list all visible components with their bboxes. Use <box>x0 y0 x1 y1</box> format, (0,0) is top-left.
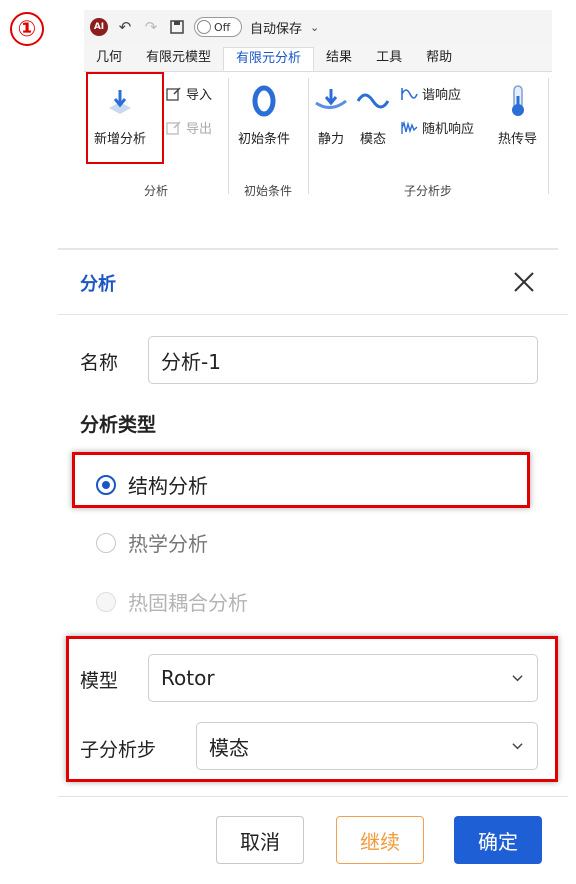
cancel-button[interactable]: 取消 <box>216 816 304 864</box>
group-divider <box>308 78 309 194</box>
radio-thermo-structural-analysis: 热固耦合分析 <box>96 587 248 616</box>
radio-button[interactable] <box>96 532 116 553</box>
export-label: 导出 <box>186 122 213 137</box>
dialog-footer-divider <box>58 796 568 797</box>
autosave-toggle[interactable]: Off <box>194 17 242 37</box>
autosave-label: 自动保存 <box>250 21 303 37</box>
step-number-badge: ① <box>10 12 44 46</box>
customize-caret-icon[interactable]: ⌄ <box>310 21 319 34</box>
structural-highlight-box <box>72 452 530 508</box>
ribbon-tabs: 几何 有限元模型 有限元分析 结果 工具 帮助 <box>84 47 552 72</box>
name-input-value: 分析-1 <box>161 349 221 374</box>
modal-icon <box>356 84 390 118</box>
initial-conditions-button[interactable]: 初始条件 <box>238 84 290 147</box>
static-button[interactable]: 静力 <box>314 84 348 147</box>
harmonic-icon <box>401 87 418 100</box>
toggle-knob <box>197 20 211 34</box>
group-label-substeps: 子分析步 <box>403 184 452 198</box>
import-label: 导入 <box>186 88 213 103</box>
tab-results[interactable]: 结果 <box>314 47 364 71</box>
save-icon[interactable] <box>168 18 186 36</box>
harmonic-button[interactable]: 谐响应 <box>400 84 461 103</box>
static-icon <box>314 84 348 118</box>
import-icon <box>166 86 181 101</box>
ribbon: AI ↶ ↷ Off 自动保存 ⌄ 几何 有限元模型 有限元分析 结果 工具 帮… <box>84 10 552 200</box>
tab-tools[interactable]: 工具 <box>364 47 414 71</box>
initial-conditions-icon <box>247 84 281 118</box>
undo-icon[interactable]: ↶ <box>116 18 134 36</box>
export-icon <box>166 120 181 135</box>
dialog-top-border <box>58 248 558 250</box>
tab-help[interactable]: 帮助 <box>414 47 464 71</box>
tab-fe-analysis[interactable]: 有限元分析 <box>223 47 315 71</box>
radio-button-disabled <box>96 591 116 612</box>
dialog-title: 分析 <box>80 274 116 295</box>
model-substep-highlight-box <box>66 636 558 782</box>
initial-conditions-label: 初始条件 <box>238 132 291 147</box>
redo-icon[interactable]: ↷ <box>142 18 160 36</box>
heat-conduction-button[interactable]: 热传导 <box>498 84 537 147</box>
toggle-label: Off <box>214 20 231 34</box>
heat-conduction-label: 热传导 <box>498 132 538 147</box>
new-analysis-button[interactable]: 新增分析 <box>94 84 146 147</box>
app-logo[interactable]: AI <box>90 18 108 36</box>
thermometer-icon <box>501 84 535 118</box>
new-analysis-icon <box>103 84 137 118</box>
static-label: 静力 <box>317 132 344 147</box>
group-label-initial-conditions: 初始条件 <box>243 184 292 198</box>
radio-thermal-analysis[interactable]: 热学分析 <box>96 528 208 557</box>
radio-label: 热固耦合分析 <box>128 591 248 615</box>
export-button[interactable]: 导出 <box>166 118 212 137</box>
new-analysis-label: 新增分析 <box>94 132 147 147</box>
group-divider <box>548 78 549 194</box>
name-label: 名称 <box>80 352 119 374</box>
tab-geometry[interactable]: 几何 <box>84 47 134 71</box>
analysis-type-title: 分析类型 <box>80 414 157 436</box>
group-label-analysis: 分析 <box>143 184 168 198</box>
continue-button[interactable]: 继续 <box>336 816 424 864</box>
import-button[interactable]: 导入 <box>166 84 212 103</box>
harmonic-label: 谐响应 <box>422 88 462 103</box>
name-input[interactable]: 分析-1 <box>148 336 538 384</box>
radio-label: 热学分析 <box>128 532 208 556</box>
random-response-label: 随机响应 <box>422 122 475 137</box>
dialog-header-divider <box>58 314 568 315</box>
ok-button[interactable]: 确定 <box>454 816 542 864</box>
modal-button[interactable]: 模态 <box>356 84 390 147</box>
quick-access-toolbar: AI ↶ ↷ Off 自动保存 ⌄ <box>84 10 552 44</box>
ribbon-panel: 新增分析 导入 导出 初始条件 静力 模态 谐响应 随机响应 热传导 分析 初始… <box>84 72 552 200</box>
tab-fe-model[interactable]: 有限元模型 <box>134 47 223 71</box>
modal-label: 模态 <box>359 132 386 147</box>
random-response-icon <box>401 120 418 134</box>
random-response-button[interactable]: 随机响应 <box>400 118 474 137</box>
close-icon[interactable] <box>512 270 536 294</box>
group-divider <box>228 78 229 194</box>
